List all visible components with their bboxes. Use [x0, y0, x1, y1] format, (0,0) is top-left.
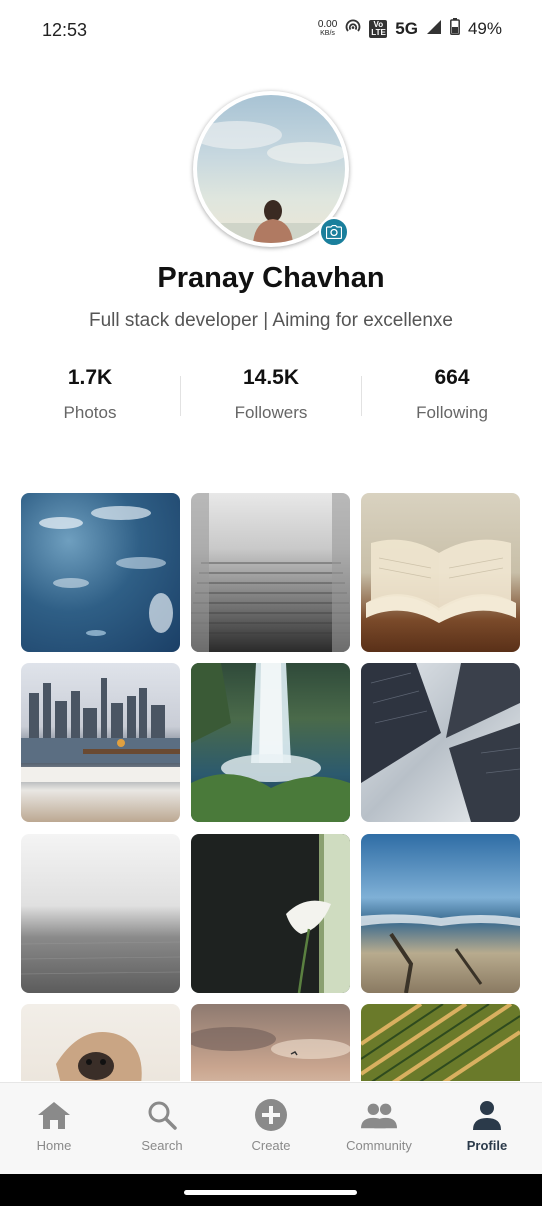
nav-label: Community — [346, 1138, 412, 1153]
add-circle-icon — [253, 1099, 289, 1131]
photo-tile[interactable] — [21, 663, 180, 822]
photo-tile[interactable] — [21, 1004, 180, 1081]
network-speed-value: 0.00 — [317, 19, 338, 30]
bottom-nav: Home Search Create Community Profile — [0, 1082, 542, 1174]
home-icon — [36, 1099, 72, 1131]
photo-tile[interactable] — [191, 493, 350, 652]
status-icons: 0.00 KB/s Vo LTE 5G 49% — [318, 18, 502, 40]
nav-label: Profile — [466, 1138, 508, 1153]
profile-name: Pranay Chavhan — [157, 262, 385, 294]
gesture-handle[interactable] — [184, 1190, 357, 1195]
stat-value: 664 — [434, 366, 470, 389]
search-icon — [144, 1099, 180, 1131]
camera-icon[interactable] — [319, 217, 349, 247]
signal-icon — [426, 19, 442, 40]
photo-tile[interactable] — [191, 834, 350, 993]
status-bar: 12:53 0.00 KB/s Vo LTE 5G 49% — [0, 0, 542, 62]
profile-bio: Full stack developer | Aiming for excell… — [89, 310, 453, 331]
photo-tile[interactable] — [361, 1004, 520, 1081]
photo-tile[interactable] — [21, 834, 180, 993]
nav-label: Create — [251, 1138, 291, 1153]
network-speed-unit: KB/s — [320, 30, 335, 37]
stat-value: 1.7K — [67, 366, 113, 389]
photo-tile[interactable] — [21, 493, 180, 652]
gesture-bar — [0, 1174, 542, 1206]
nav-create[interactable]: Create — [217, 1083, 325, 1175]
photo-tile[interactable] — [361, 834, 520, 993]
stat-label: Following — [416, 403, 488, 422]
photo-tile[interactable] — [361, 663, 520, 822]
people-icon — [361, 1099, 397, 1131]
nav-search[interactable]: Search — [108, 1083, 216, 1175]
person-icon — [469, 1099, 505, 1131]
network-speed: 0.00 KB/s — [318, 20, 337, 38]
profile-stats: 1.7K Photos 14.5K Followers 664 Followin… — [0, 362, 542, 432]
stat-followers[interactable]: 14.5K Followers — [181, 362, 361, 423]
hotspot-icon — [345, 18, 361, 40]
nav-community[interactable]: Community — [325, 1083, 433, 1175]
status-time: 12:53 — [42, 20, 88, 40]
stat-photos[interactable]: 1.7K Photos — [0, 362, 180, 423]
network-type: 5G — [395, 19, 418, 38]
stat-following[interactable]: 664 Following — [362, 362, 542, 423]
stat-label: Photos — [63, 403, 117, 422]
nav-label: Home — [36, 1138, 72, 1153]
nav-home[interactable]: Home — [0, 1083, 108, 1175]
nav-profile[interactable]: Profile — [433, 1083, 541, 1175]
battery-percent: 49% — [467, 19, 502, 38]
photo-tile[interactable] — [361, 493, 520, 652]
photo-grid — [21, 493, 521, 1081]
battery-icon — [450, 18, 460, 40]
photo-tile[interactable] — [191, 1004, 350, 1081]
photo-tile[interactable] — [191, 663, 350, 822]
stat-label: Followers — [234, 403, 308, 422]
stat-value: 14.5K — [242, 366, 300, 389]
nav-label: Search — [141, 1138, 183, 1153]
volte-icon: Vo LTE — [369, 20, 388, 38]
